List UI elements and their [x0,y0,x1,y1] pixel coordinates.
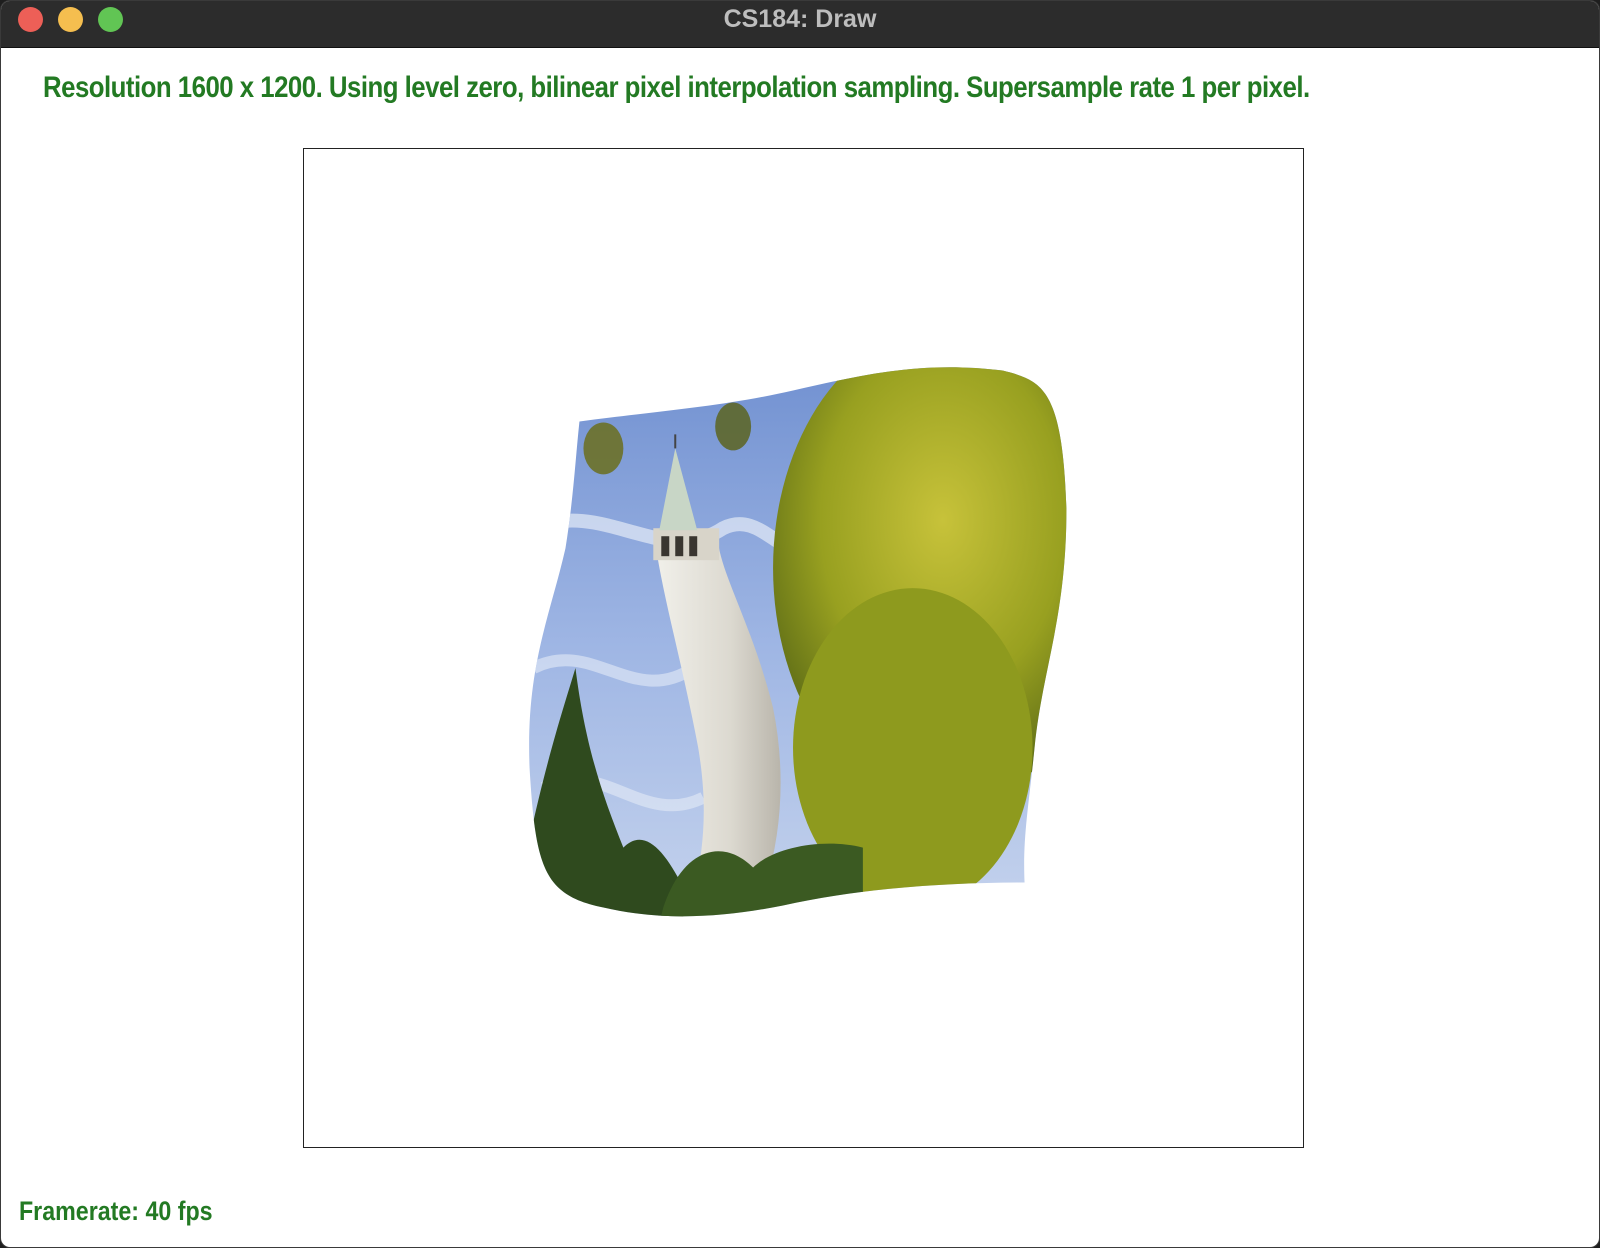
window-title: CS184: Draw [723,5,877,33]
title-bar[interactable]: CS184: Draw [1,1,1599,48]
resolution-status-text: Resolution 1600 x 1200. Using level zero… [43,71,1310,104]
draw-canvas[interactable] [303,148,1304,1148]
app-window: CS184: Draw Resolution 1600 x 1200. Usin… [0,0,1600,1248]
framerate-text: Framerate: 40 fps [19,1196,213,1226]
warped-texture-image [529,367,1067,917]
